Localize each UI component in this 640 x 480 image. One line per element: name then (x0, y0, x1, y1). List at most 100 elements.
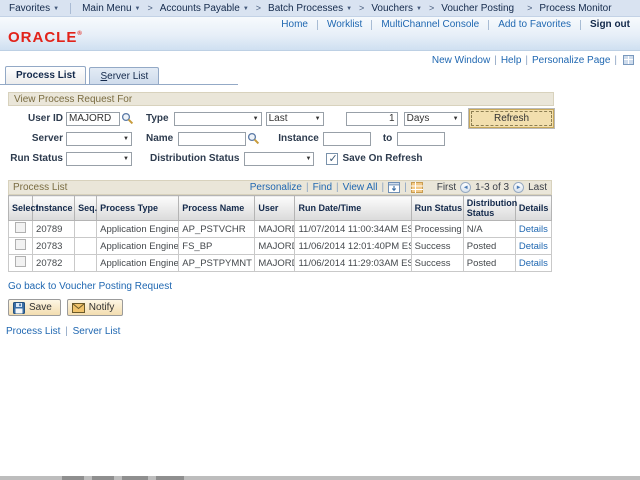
col-process-type: Process Type (97, 196, 179, 221)
tab-process-list[interactable]: Process List (5, 66, 86, 84)
name-lookup-icon[interactable] (247, 132, 260, 145)
last-select[interactable]: Last▼ (266, 112, 324, 126)
col-run-status: Run Status (411, 196, 463, 221)
user-id-input[interactable]: MAJORD (66, 112, 120, 126)
cell-process-type: Application Engine (97, 255, 179, 272)
cell-distribution-status: Posted (463, 255, 515, 272)
col-user: User (255, 196, 295, 221)
save-on-refresh-checkbox[interactable] (326, 153, 338, 165)
breadcrumb-favorites[interactable]: Favorites▼ (6, 3, 62, 14)
peoplesoft-process-monitor: Favorites▼ Main Menu▼ > Accounts Payable… (0, 0, 640, 480)
utility-links: Home Worklist MultiChannel Console Add t… (272, 19, 632, 30)
pager-first-link[interactable]: First (437, 182, 456, 193)
row-select-checkbox[interactable] (15, 256, 26, 267)
pager-next-icon[interactable]: ► (513, 182, 524, 193)
chevron-down-icon: ▼ (53, 6, 59, 12)
row-select-checkbox[interactable] (15, 239, 26, 250)
cell-process-type: Application Engine (97, 221, 179, 238)
save-button[interactable]: Save (8, 299, 61, 316)
details-link[interactable]: Details (519, 241, 548, 252)
grid-icon[interactable] (411, 182, 423, 193)
cell-user: MAJORD (255, 221, 295, 238)
breadcrumb-main-menu[interactable]: Main Menu▼ (79, 3, 143, 14)
user-id-label: User ID (8, 113, 63, 124)
cell-run-status: Processing (411, 221, 463, 238)
days-count-input[interactable]: 1 (346, 112, 398, 126)
cell-seq (75, 255, 97, 272)
notify-button[interactable]: Notify (67, 299, 124, 316)
filter-row-3: Run Status ▼ Distribution Status ▼ Save … (8, 151, 554, 166)
find-link[interactable]: Find (313, 182, 332, 193)
run-status-select[interactable]: ▼ (66, 152, 132, 166)
col-details: Details (515, 196, 551, 221)
breadcrumb-vouchers[interactable]: Vouchers▼ (368, 3, 425, 14)
cell-seq (75, 238, 97, 255)
col-run-datetime: Run Date/Time (295, 196, 411, 221)
col-select: Select (9, 196, 33, 221)
save-on-refresh-label: Save On Refresh (342, 153, 422, 164)
divider: | (336, 182, 339, 193)
cell-user: MAJORD (255, 238, 295, 255)
home-link[interactable]: Home (272, 19, 317, 30)
view-all-link[interactable]: View All (343, 182, 378, 193)
divider: | (404, 182, 407, 193)
cell-run-status: Success (411, 255, 463, 272)
cell-instance: 20782 (33, 255, 75, 272)
cell-process-name: AP_PSTPYMNT (179, 255, 255, 272)
distribution-status-select[interactable]: ▼ (244, 152, 314, 166)
divider: | (525, 55, 528, 66)
envelope-icon (72, 303, 85, 313)
divider: | (494, 55, 497, 66)
breadcrumb-separator: > (527, 3, 532, 13)
add-to-favorites-link[interactable]: Add to Favorites (489, 19, 580, 30)
instance-to-input[interactable] (397, 132, 445, 146)
refresh-button[interactable]: Refresh (469, 109, 554, 128)
pager-range: 1-3 of 3 (475, 182, 509, 193)
col-seq: Seq. (75, 196, 97, 221)
server-label: Server (8, 133, 63, 144)
days-unit-select[interactable]: Days▼ (404, 112, 462, 126)
sign-out-link[interactable]: Sign out (581, 19, 632, 30)
user-id-lookup-icon[interactable] (121, 112, 134, 125)
col-process-name: Process Name (179, 196, 255, 221)
details-link[interactable]: Details (519, 224, 548, 235)
bottom-process-list-link[interactable]: Process List (6, 326, 60, 337)
type-select[interactable]: ▼ (174, 112, 262, 126)
go-back-link[interactable]: Go back to Voucher Posting Request (8, 281, 172, 292)
breadcrumb-batch-processes[interactable]: Batch Processes▼ (265, 3, 355, 14)
divider: | (65, 326, 68, 337)
personalize-page-link[interactable]: Personalize Page (532, 55, 610, 66)
cell-process-name: FS_BP (179, 238, 255, 255)
help-link[interactable]: Help (501, 55, 522, 66)
breadcrumb-separator: > (359, 3, 364, 13)
bottom-server-list-link[interactable]: Server List (73, 326, 121, 337)
divider: | (306, 182, 309, 193)
breadcrumb-voucher-posting[interactable]: Voucher Posting (438, 3, 517, 14)
pager-last-link[interactable]: Last (528, 182, 547, 193)
breadcrumb-accounts-payable[interactable]: Accounts Payable▼ (157, 3, 252, 14)
filter-row-2: Server ▼ Name Instance to (8, 131, 554, 146)
row-select-checkbox[interactable] (15, 222, 26, 233)
worklist-link[interactable]: Worklist (318, 19, 371, 30)
cell-distribution-status: Posted (463, 238, 515, 255)
chevron-down-icon: ▼ (416, 6, 422, 12)
masthead: Home Worklist MultiChannel Console Add t… (0, 17, 640, 51)
pager-prev-icon[interactable]: ◄ (460, 182, 471, 193)
breadcrumb-process-monitor[interactable]: Process Monitor (536, 3, 614, 14)
server-select[interactable]: ▼ (66, 132, 132, 146)
details-link[interactable]: Details (519, 258, 548, 269)
cell-run-status: Success (411, 238, 463, 255)
download-icon[interactable] (388, 182, 400, 193)
to-label: to (383, 133, 392, 144)
multichannel-console-link[interactable]: MultiChannel Console (372, 19, 488, 30)
name-input[interactable] (178, 132, 246, 146)
bottom-links: Process List | Server List (6, 326, 640, 337)
table-row: 20782 Application Engine AP_PSTPYMNT MAJ… (9, 255, 552, 272)
instance-input[interactable] (323, 132, 371, 146)
page-layout-icon[interactable] (623, 55, 634, 65)
run-status-label: Run Status (8, 153, 63, 164)
tab-server-list[interactable]: Server List (89, 67, 159, 84)
personalize-link[interactable]: Personalize (250, 182, 302, 193)
name-label: Name (146, 133, 173, 144)
new-window-link[interactable]: New Window (432, 55, 490, 66)
